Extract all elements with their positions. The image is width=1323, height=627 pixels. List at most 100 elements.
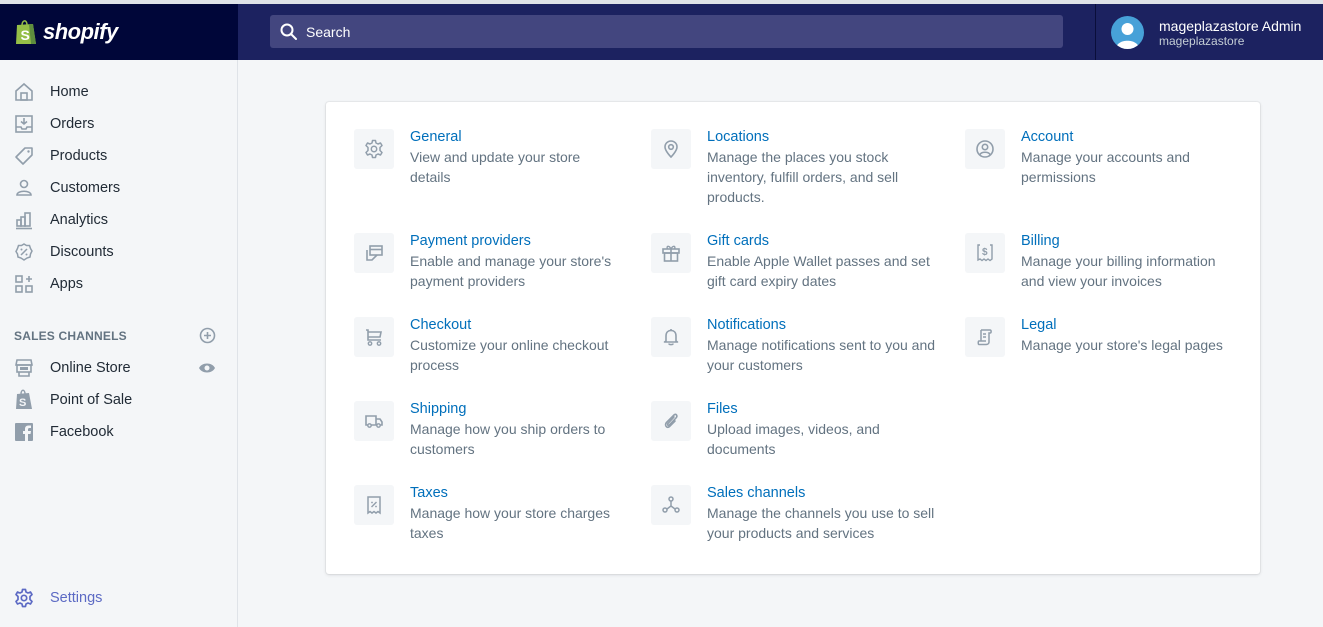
header-divider: [1095, 4, 1096, 60]
setting-notifications[interactable]: Notifications Manage notifications sent t…: [651, 317, 937, 375]
setting-description: Manage the places you stock inventory, f…: [707, 149, 899, 205]
sidebar-item-facebook[interactable]: Facebook: [13, 420, 223, 444]
setting-title[interactable]: Payment providers: [410, 231, 620, 251]
svg-text:$: $: [982, 247, 988, 258]
gear-icon: [354, 129, 394, 169]
setting-checkout[interactable]: Checkout Customize your online checkout p…: [354, 317, 620, 375]
setting-locations[interactable]: Locations Manage the places you stock inv…: [651, 129, 937, 207]
top-bar: S shopify Search mageplazastore Admin ma…: [0, 4, 1323, 60]
svg-text:S: S: [21, 27, 30, 43]
setting-billing[interactable]: $ Billing Manage your billing information…: [965, 233, 1236, 291]
setting-description: Enable and manage your store's payment p…: [410, 253, 612, 289]
sales-channels-heading: SALES CHANNELS: [14, 329, 127, 343]
store-name: mageplazastore: [1159, 33, 1245, 48]
sidebar-item-settings[interactable]: Settings: [13, 586, 223, 610]
setting-description: Manage your store's legal pages: [1021, 337, 1223, 353]
sidebar-item-point-of-sale[interactable]: S Point of Sale: [13, 388, 223, 412]
setting-legal[interactable]: Legal Manage your store's legal pages: [965, 317, 1236, 357]
setting-title[interactable]: Shipping: [410, 399, 620, 419]
cart-icon: [354, 317, 394, 357]
setting-general[interactable]: General View and update your store detail…: [354, 129, 620, 187]
sidebar-item-label: Settings: [50, 590, 103, 606]
facebook-icon: [13, 421, 35, 443]
settings-card: General View and update your store detail…: [326, 102, 1260, 574]
setting-shipping[interactable]: Shipping Manage how you ship orders to cu…: [354, 401, 620, 459]
setting-description: Manage how you ship orders to customers: [410, 421, 606, 457]
sidebar-item-online-store[interactable]: Online Store: [13, 356, 223, 380]
gift-icon: [651, 233, 691, 273]
sidebar-item-analytics[interactable]: Analytics: [13, 208, 223, 232]
setting-description: Manage how your store charges taxes: [410, 505, 610, 541]
search-input[interactable]: Search: [270, 15, 1063, 48]
svg-text:S: S: [19, 397, 26, 409]
setting-title[interactable]: Checkout: [410, 315, 620, 335]
setting-description: Upload images, videos, and documents: [707, 421, 880, 457]
sidebar-item-discounts[interactable]: Discounts: [13, 240, 223, 264]
setting-description: Manage notifications sent to you and you…: [707, 337, 936, 373]
setting-description: Enable Apple Wallet passes and set gift …: [707, 253, 930, 289]
sidebar-item-label: Home: [50, 84, 89, 100]
setting-title[interactable]: General: [410, 127, 620, 147]
setting-description: Customize your online checkout process: [410, 337, 609, 373]
setting-description: Manage your billing information and view…: [1021, 253, 1216, 289]
setting-title[interactable]: Sales channels: [707, 483, 937, 503]
view-online-store-eye-icon[interactable]: [198, 361, 216, 375]
tag-icon: [13, 145, 35, 167]
bell-icon: [651, 317, 691, 357]
sidebar-item-home[interactable]: Home: [13, 80, 223, 104]
truck-icon: [354, 401, 394, 441]
setting-title[interactable]: Locations: [707, 127, 937, 147]
sidebar-item-label: Customers: [50, 180, 121, 196]
add-sales-channel-button[interactable]: [199, 327, 216, 344]
sidebar-item-label: Facebook: [50, 424, 114, 440]
sidebar-item-label: Discounts: [50, 244, 114, 260]
shopify-logo[interactable]: S shopify: [0, 4, 238, 60]
payment-icon: [354, 233, 394, 273]
setting-title[interactable]: Notifications: [707, 315, 937, 335]
setting-title[interactable]: Legal: [1021, 315, 1236, 335]
setting-description: Manage your accounts and permissions: [1021, 149, 1190, 185]
shopify-bag-icon: S: [14, 19, 38, 45]
user-name: mageplazastore Admin: [1159, 17, 1302, 34]
sidebar: Home Orders Products Customers Analytics…: [0, 60, 238, 627]
setting-files[interactable]: Files Upload images, videos, and document…: [651, 401, 937, 459]
setting-sales-channels[interactable]: Sales channels Manage the channels you us…: [651, 485, 937, 543]
bar-chart-icon: [13, 209, 35, 231]
sidebar-item-label: Point of Sale: [50, 392, 133, 408]
sidebar-item-label: Apps: [50, 276, 84, 292]
setting-taxes[interactable]: Taxes Manage how your store charges taxes: [354, 485, 620, 543]
sidebar-item-customers[interactable]: Customers: [13, 176, 223, 200]
sidebar-item-orders[interactable]: Orders: [13, 112, 223, 136]
billing-icon: $: [965, 233, 1005, 273]
setting-payment-providers[interactable]: Payment providers Enable and manage your …: [354, 233, 620, 291]
setting-title[interactable]: Taxes: [410, 483, 620, 503]
location-pin-icon: [651, 129, 691, 169]
setting-account[interactable]: Account Manage your accounts and permissi…: [965, 129, 1231, 187]
sidebar-item-label: Online Store: [50, 360, 131, 376]
setting-title[interactable]: Account: [1021, 127, 1231, 147]
brand-name: shopify: [43, 19, 118, 44]
user-menu[interactable]: mageplazastore Admin mageplazastore: [1111, 16, 1301, 49]
sidebar-item-products[interactable]: Products: [13, 144, 223, 168]
search-icon: [280, 23, 298, 41]
orders-icon: [13, 113, 35, 135]
setting-description: Manage the channels you use to sell your…: [707, 505, 935, 541]
setting-title[interactable]: Billing: [1021, 231, 1236, 251]
avatar: [1111, 16, 1144, 49]
setting-gift-cards[interactable]: Gift cards Enable Apple Wallet passes and…: [651, 233, 937, 291]
person-icon: [13, 177, 35, 199]
setting-title[interactable]: Gift cards: [707, 231, 937, 251]
paperclip-icon: [651, 401, 691, 441]
store-icon: [13, 357, 35, 379]
discount-icon: [13, 241, 35, 263]
legal-icon: [965, 317, 1005, 357]
gear-icon: [13, 587, 35, 609]
setting-description: View and update your store details: [410, 149, 581, 185]
tax-icon: [354, 485, 394, 525]
setting-title[interactable]: Files: [707, 399, 937, 419]
home-icon: [13, 81, 35, 103]
sidebar-item-label: Products: [50, 148, 108, 164]
sidebar-item-label: Analytics: [50, 212, 109, 228]
sidebar-item-apps[interactable]: Apps: [13, 272, 223, 296]
sidebar-item-label: Orders: [50, 116, 95, 132]
